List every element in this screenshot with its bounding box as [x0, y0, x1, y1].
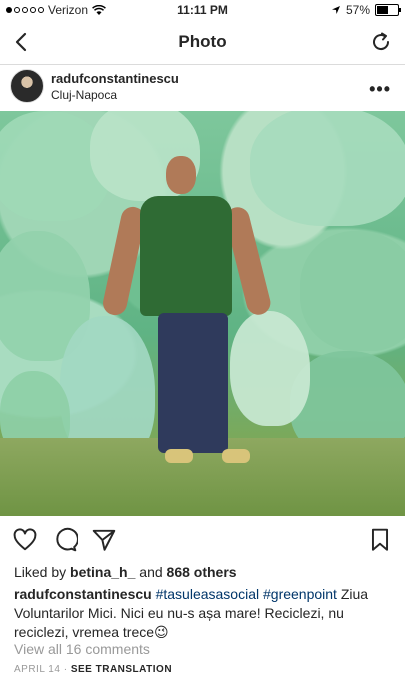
post-date-row: APRIL 14 · SEE TRANSLATION: [14, 664, 172, 675]
avatar[interactable]: [10, 69, 44, 103]
heart-icon[interactable]: [12, 527, 38, 553]
share-icon[interactable]: [91, 527, 117, 553]
post-username[interactable]: radufconstantinescu: [51, 71, 179, 86]
post-location[interactable]: Cluj-Napoca: [51, 88, 117, 102]
caption-username[interactable]: radufconstantinescu: [14, 586, 152, 602]
hashtag[interactable]: #greenpoint: [263, 586, 337, 602]
likes-and: and: [135, 564, 167, 580]
view-comments-link[interactable]: View all 16 comments: [14, 641, 150, 657]
likes-summary[interactable]: Liked by betina_h_ and 868 others: [14, 564, 237, 580]
person-head: [166, 156, 196, 194]
date-separator: ·: [60, 664, 71, 675]
status-right: 57%: [331, 3, 401, 17]
location-arrow-icon: [331, 6, 340, 14]
trash-bag: [230, 311, 310, 426]
post-actions: [0, 522, 405, 558]
post-caption: radufconstantinescu #tasuleasasocial #gr…: [14, 585, 394, 642]
more-options-icon[interactable]: •••: [369, 79, 391, 100]
page-title: Photo: [178, 32, 227, 51]
likes-count[interactable]: 868 others: [167, 564, 237, 580]
status-bar: Verizon 11:11 PM 57%: [0, 0, 405, 20]
battery-percent: 57%: [345, 3, 370, 17]
comment-icon[interactable]: [52, 527, 78, 553]
person-shirt: [140, 196, 232, 316]
person-jeans: [158, 313, 228, 453]
bookmark-icon[interactable]: [367, 527, 393, 553]
liked-by-user[interactable]: betina_h_: [70, 564, 135, 580]
post-header: radufconstantinescu Cluj-Napoca •••: [0, 65, 405, 111]
likes-prefix: Liked by: [14, 564, 71, 580]
person-shoe: [222, 449, 250, 463]
trash-bag: [250, 111, 405, 226]
hashtag[interactable]: #tasuleasasocial: [156, 586, 260, 602]
battery-icon: [375, 4, 401, 16]
see-translation-link[interactable]: SEE TRANSLATION: [71, 664, 172, 675]
person-shoe: [165, 449, 193, 463]
trash-bag: [300, 231, 405, 351]
post-date: APRIL 14: [14, 664, 61, 675]
refresh-icon[interactable]: [369, 30, 393, 54]
post-photo[interactable]: [0, 111, 405, 516]
nav-bar: Photo: [0, 20, 405, 65]
